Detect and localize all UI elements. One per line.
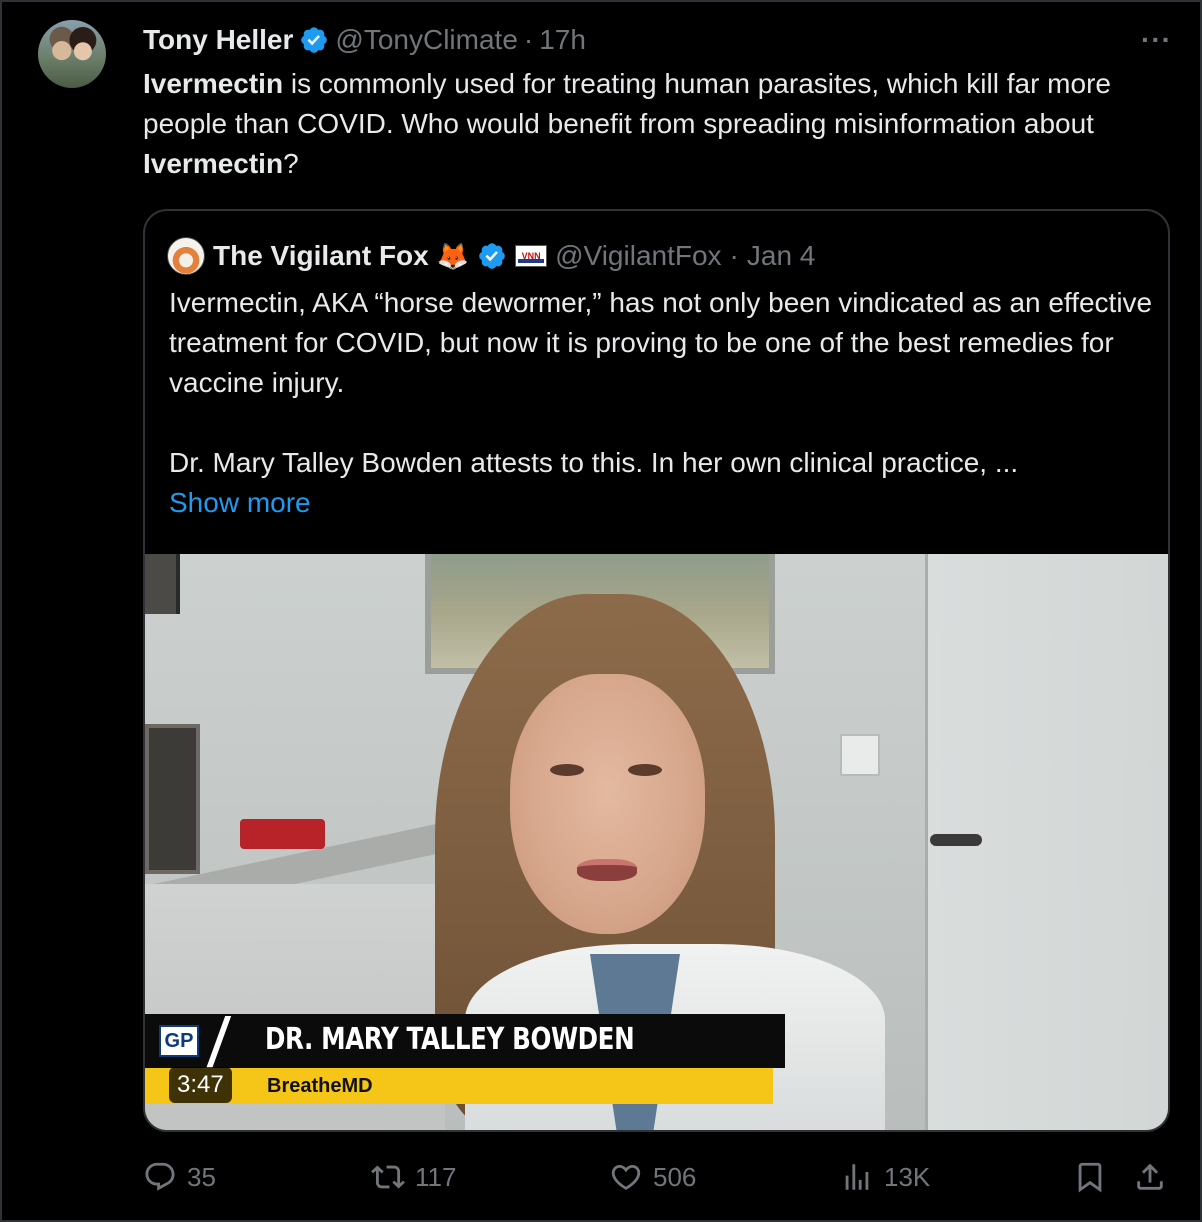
tweet-text-part: Ivermectin (143, 68, 284, 99)
lower-third-yellow-bar (145, 1068, 773, 1104)
tweet-text-part: is commonly used for treating human para… (143, 68, 1111, 139)
gp-logo: GP (159, 1025, 199, 1057)
lower-third-org: BreatheMD (267, 1075, 373, 1097)
reply-count: 35 (187, 1161, 216, 1192)
bar-chart-icon (845, 1164, 869, 1190)
red-box (240, 819, 325, 849)
bookmark-button[interactable] (1073, 1154, 1107, 1200)
speech-bubble-icon (145, 1162, 175, 1191)
speaker-mouth (577, 859, 637, 881)
reply-button[interactable]: 35 (143, 1154, 216, 1200)
tweet-timestamp[interactable]: 17h (539, 24, 586, 56)
light-switch (840, 734, 880, 776)
affiliate-badge: VNN (515, 245, 548, 267)
separator-dot: · (729, 240, 739, 271)
wall-frame (145, 554, 180, 614)
tweet-text-part: Ivermectin (143, 148, 284, 179)
author-name[interactable]: Tony Heller (143, 24, 293, 56)
quoted-tweet-date[interactable]: Jan 4 (747, 240, 816, 272)
quoted-paragraph: Dr. Mary Talley Bowden attests to this. … (169, 447, 1019, 478)
author-handle[interactable]: @TonyClimate (335, 24, 517, 56)
author-avatar[interactable] (38, 20, 106, 88)
separator-dot: · (523, 24, 534, 55)
quoted-tweet[interactable]: The Vigilant Fox 🦊 VNN @VigilantFox · Ja… (143, 209, 1170, 1132)
speaker-eye (550, 764, 584, 776)
heart-icon (611, 1164, 641, 1190)
like-button[interactable]: 506 (609, 1154, 696, 1200)
tweet-header: Tony Heller @TonyClimate · 17h (143, 22, 586, 58)
fox-emoji: 🦊 (436, 240, 470, 271)
video-duration: 3:47 (169, 1067, 232, 1103)
quoted-author-handle[interactable]: @VigilantFox (555, 240, 721, 272)
video-player[interactable]: GP DR. MARY TALLEY BOWDEN BreatheMD 3:47 (145, 554, 1168, 1130)
tweet-container: Tony Heller @TonyClimate · 17h ··· Iverm… (0, 0, 1202, 1222)
photo-frame (145, 724, 200, 874)
quoted-author-name[interactable]: The Vigilant Fox (213, 240, 429, 272)
tweet-text-part: ? (283, 148, 299, 179)
like-count: 506 (653, 1161, 697, 1192)
action-bar: 35 117 506 13K (143, 1154, 1170, 1200)
views-button[interactable]: 13K (840, 1154, 930, 1200)
quoted-paragraph: Ivermectin, AKA “horse dewormer,” has no… (169, 287, 1153, 398)
lower-third-name: DR. MARY TALLEY BOWDEN (265, 1022, 635, 1057)
quoted-tweet-header: The Vigilant Fox 🦊 VNN @VigilantFox · Ja… (167, 237, 815, 275)
more-options-icon[interactable]: ··· (1141, 24, 1172, 56)
quoted-author-avatar[interactable] (167, 237, 205, 275)
tweet-text: Ivermectin is commonly used for treating… (143, 64, 1153, 184)
share-button[interactable] (1133, 1154, 1167, 1200)
show-more-link[interactable]: Show more (169, 483, 311, 523)
share-upload-icon (1137, 1163, 1163, 1190)
quoted-tweet-text: Ivermectin, AKA “horse dewormer,” has no… (169, 283, 1154, 483)
repost-arrows-icon (371, 1165, 405, 1189)
repost-count: 117 (415, 1161, 457, 1192)
view-count: 13K (884, 1161, 931, 1192)
speaker-face (510, 674, 705, 934)
door-handle (930, 834, 982, 846)
verified-badge-icon (479, 243, 505, 269)
verified-badge-icon (301, 27, 328, 53)
bookmark-icon (1078, 1162, 1102, 1193)
repost-button[interactable]: 117 (371, 1154, 456, 1200)
speaker-eye (628, 764, 662, 776)
